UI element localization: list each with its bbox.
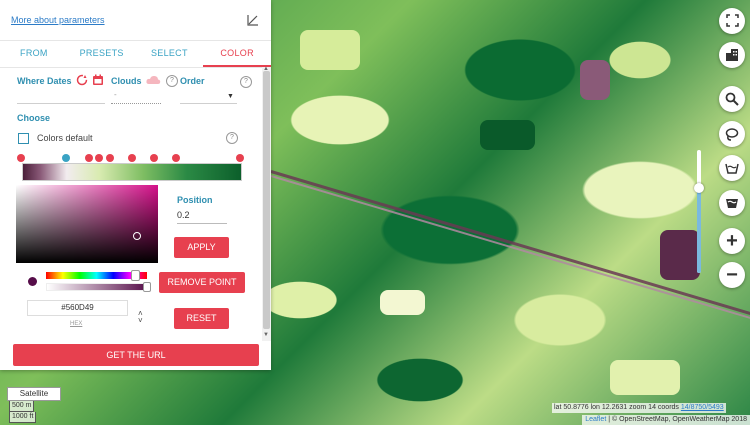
- reset-button[interactable]: RESET: [174, 308, 229, 329]
- refresh-icon[interactable]: [76, 74, 88, 86]
- help-icon[interactable]: ?: [166, 75, 178, 87]
- gradient-point[interactable]: [85, 154, 93, 162]
- hue-handle[interactable]: [131, 270, 140, 281]
- scale-imperial: 1000 ft: [9, 412, 37, 423]
- alpha-slider[interactable]: [46, 282, 151, 292]
- map-field: [480, 120, 535, 150]
- color-tab-content: Where Dates Clouds ? Order ? - ▼ Choose …: [0, 67, 262, 341]
- tab-color[interactable]: COLOR: [203, 41, 271, 67]
- help-icon[interactable]: ?: [226, 132, 238, 144]
- position-input[interactable]: 0.2: [177, 208, 227, 224]
- cloud-icon[interactable]: [146, 75, 161, 85]
- format-stepper[interactable]: ˄ ˅: [138, 310, 143, 325]
- saturation-value-picker[interactable]: [16, 185, 158, 263]
- map-field: [300, 30, 360, 70]
- tile-coords-link[interactable]: 14/8750/5493: [681, 404, 724, 411]
- hex-input[interactable]: #560D49: [27, 300, 128, 316]
- chevron-down-icon[interactable]: ˅: [138, 317, 143, 325]
- map-field: [380, 290, 425, 315]
- water-layer-button[interactable]: [719, 155, 745, 181]
- order-select[interactable]: [180, 103, 237, 104]
- scroll-down-icon[interactable]: ▼: [263, 332, 269, 338]
- remove-point-button[interactable]: REMOVE POINT: [159, 272, 245, 293]
- panel-scrollbar[interactable]: ▲ ▼: [262, 66, 271, 341]
- colors-default-label: Colors default: [37, 133, 93, 143]
- tab-select[interactable]: SELECT: [136, 41, 204, 67]
- search-icon: [725, 92, 739, 106]
- help-icon[interactable]: ?: [240, 76, 252, 88]
- draw-lasso-icon: [725, 128, 739, 141]
- map-field: [580, 60, 610, 100]
- basin-icon: [725, 163, 739, 174]
- gradient-point[interactable]: [150, 154, 158, 162]
- panel-tabs: FROM PRESETS SELECT COLOR: [0, 41, 271, 68]
- basin-filled-icon: [726, 199, 738, 208]
- filter-row: Where Dates Clouds ? Order ? - ▼: [17, 74, 257, 106]
- calendar-icon[interactable]: [92, 74, 104, 86]
- clouds-label: Clouds: [111, 76, 142, 86]
- parameters-panel: More about parameters FROM PRESETS SELEC…: [0, 0, 271, 370]
- gradient-point[interactable]: [172, 154, 180, 162]
- position-label: Position: [177, 195, 213, 205]
- gradient-point[interactable]: [236, 154, 244, 162]
- search-button[interactable]: [719, 86, 745, 112]
- color-gradient-bar[interactable]: [22, 163, 242, 181]
- hue-slider[interactable]: [46, 270, 147, 281]
- map-field: [660, 230, 700, 280]
- colors-default-checkbox[interactable]: [18, 133, 29, 144]
- layer-switch-satellite[interactable]: Satellite: [7, 387, 61, 401]
- hex-label[interactable]: HEX: [70, 321, 82, 327]
- alpha-handle[interactable]: [143, 282, 151, 292]
- draw-polygon-button[interactable]: [719, 121, 745, 147]
- date-input[interactable]: [17, 103, 105, 104]
- basin-layer-button[interactable]: [719, 190, 745, 216]
- scroll-thumb[interactable]: [263, 71, 270, 329]
- opacity-slider-handle[interactable]: [694, 183, 704, 193]
- selected-color-swatch: [28, 277, 37, 286]
- more-about-parameters-link[interactable]: More about parameters: [11, 15, 105, 25]
- get-url-button[interactable]: GET THE URL: [13, 344, 259, 366]
- coordinates-readout: lat 50.8776 lon 12.2631 zoom 14 coords 1…: [552, 403, 726, 413]
- gradient-point[interactable]: [106, 154, 114, 162]
- clouds-slider[interactable]: [111, 103, 161, 104]
- chevron-down-icon[interactable]: ▼: [227, 93, 234, 100]
- coordinates-text: lat 50.8776 lon 12.2631 zoom 14 coords: [554, 404, 681, 411]
- attribution-text: | © OpenStreetMap, OpenWeatherMap 2018: [606, 416, 747, 423]
- zoom-in-button[interactable]: +: [719, 228, 745, 254]
- scale-metric: 500 m: [9, 401, 35, 412]
- tab-presets[interactable]: PRESETS: [68, 41, 136, 67]
- opacity-slider-fill: [697, 186, 701, 273]
- building-icon: [726, 49, 738, 61]
- choose-label: Choose: [17, 113, 51, 123]
- tab-from[interactable]: FROM: [0, 41, 68, 67]
- apply-button[interactable]: APPLY: [174, 237, 229, 258]
- map-attribution: Leaflet | © OpenStreetMap, OpenWeatherMa…: [582, 415, 750, 425]
- gradient-point-selected[interactable]: [62, 154, 70, 162]
- order-label: Order: [180, 76, 205, 86]
- clouds-value: -: [114, 90, 117, 99]
- gradient-point[interactable]: [17, 154, 25, 162]
- panel-header: More about parameters: [0, 0, 271, 41]
- where-dates-label: Where Dates: [17, 76, 72, 86]
- zoom-out-button[interactable]: −: [719, 262, 745, 288]
- map-field: [610, 360, 680, 395]
- gradient-point[interactable]: [95, 154, 103, 162]
- sv-handle[interactable]: [133, 232, 141, 240]
- collapse-panel-icon[interactable]: [246, 14, 259, 27]
- buildings-button[interactable]: [719, 42, 745, 68]
- gradient-point[interactable]: [128, 154, 136, 162]
- leaflet-link[interactable]: Leaflet: [585, 416, 606, 423]
- fullscreen-icon: [725, 14, 739, 27]
- fullscreen-button[interactable]: [719, 8, 745, 34]
- opacity-slider[interactable]: [694, 150, 704, 273]
